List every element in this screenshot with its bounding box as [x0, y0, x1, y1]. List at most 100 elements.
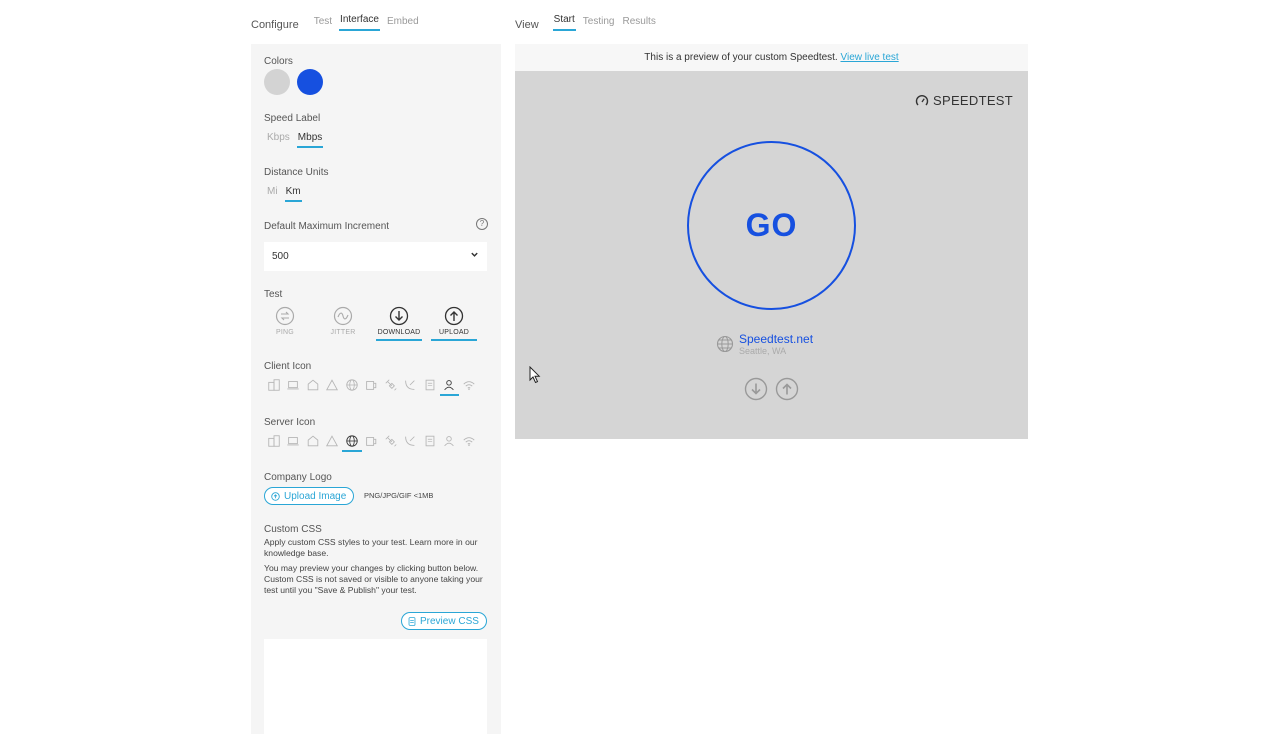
server-icon-option-device[interactable]: [362, 434, 382, 452]
satellite-icon: [385, 379, 397, 391]
test-item-ping[interactable]: PING: [262, 306, 308, 339]
house-icon: [307, 435, 318, 447]
server-icon-option-laptop[interactable]: [284, 434, 304, 452]
buildings-icon: [268, 435, 280, 447]
tent-icon: [326, 435, 339, 447]
satellite-icon: [385, 435, 397, 447]
server-name[interactable]: Speedtest.net: [739, 333, 813, 346]
preview-notice-bar: This is a preview of your custom Speedte…: [515, 44, 1028, 71]
client-icon-option-wifi[interactable]: [459, 378, 479, 396]
custom-css-intro: Apply custom CSS styles to your test. Le…: [264, 537, 478, 558]
server-icon-option-wifi[interactable]: [459, 434, 479, 452]
speedtest-brand: SPEEDTEST: [915, 93, 1013, 108]
upload-circle-icon: [271, 491, 280, 501]
upload-direction-icon: [775, 377, 799, 401]
globe-icon: [716, 335, 734, 353]
tab-results[interactable]: Results: [621, 16, 656, 31]
client-icon-option-tent[interactable]: [323, 378, 343, 396]
tab-testing[interactable]: Testing: [582, 16, 616, 31]
client-icon-option-buildings[interactable]: [264, 378, 284, 396]
test-heading: Test: [264, 289, 283, 300]
test-item-jitter[interactable]: JITTER: [320, 306, 366, 339]
upload-arrow-icon: [444, 306, 464, 326]
preview-css-button[interactable]: Preview CSS: [401, 612, 487, 630]
client-icon-heading: Client Icon: [264, 361, 312, 372]
distance-option-mi[interactable]: Mi: [266, 186, 279, 202]
configure-heading: Configure: [251, 19, 299, 31]
laptop-icon: [287, 437, 299, 446]
mouse-cursor-icon: [529, 366, 541, 384]
dish-icon: [405, 380, 415, 390]
max-increment-value: 500: [272, 251, 289, 262]
house-icon: [307, 379, 318, 391]
server-icon-option-buildings[interactable]: [264, 434, 284, 452]
server-icon-option-satellite[interactable]: [381, 434, 401, 452]
test-label-upload: UPLOAD: [431, 329, 477, 341]
preview-notice-text: This is a preview of your custom Speedte…: [644, 52, 838, 63]
company-logo-heading: Company Logo: [264, 472, 332, 483]
colors-label: Colors: [264, 56, 293, 67]
client-icon-option-laptop[interactable]: [284, 378, 304, 396]
speed-label-toggle: Kbps Mbps: [266, 132, 329, 148]
tab-interface[interactable]: Interface: [339, 14, 380, 31]
custom-css-heading: Custom CSS: [264, 524, 322, 535]
server-icon-option-house[interactable]: [303, 434, 323, 452]
tab-embed[interactable]: Embed: [386, 16, 420, 31]
server-icon-option-globe[interactable]: [342, 434, 362, 452]
server-icon-option-dish[interactable]: [401, 434, 421, 452]
test-item-download[interactable]: DOWNLOAD: [376, 306, 422, 341]
client-icon-option-device[interactable]: [362, 378, 382, 396]
wifi-icon: [463, 437, 475, 447]
wifi-icon: [463, 381, 475, 391]
server-info: Speedtest.net Seattle, WA: [716, 333, 813, 357]
device-icon: [366, 381, 377, 390]
speedtest-preview: SPEEDTEST GO Speedtest.net Seattle, WA: [515, 71, 1028, 439]
server-location: Seattle, WA: [739, 346, 787, 356]
go-button[interactable]: GO: [687, 141, 856, 310]
person-icon: [444, 436, 454, 447]
tent-icon: [326, 379, 339, 391]
color-swatch-secondary[interactable]: [264, 69, 290, 95]
view-live-test-link[interactable]: View live test: [841, 52, 899, 63]
server-icon-row: [264, 434, 479, 452]
test-label-jitter: JITTER: [330, 329, 356, 336]
test-label-download: DOWNLOAD: [376, 329, 422, 341]
person-icon: [444, 380, 454, 391]
custom-css-editor[interactable]: [264, 639, 487, 739]
distance-units-toggle: Mi Km: [266, 186, 308, 202]
go-label: GO: [745, 207, 798, 243]
client-icon-option-house[interactable]: [303, 378, 323, 396]
speed-label-heading: Speed Label: [264, 113, 321, 124]
laptop-icon: [287, 381, 299, 390]
speed-option-mbps[interactable]: Mbps: [296, 132, 324, 148]
server-icon-option-tent[interactable]: [323, 434, 343, 452]
client-icon-option-dish[interactable]: [401, 378, 421, 396]
tab-start[interactable]: Start: [552, 14, 576, 31]
upload-hint: PNG/JPG/GIF <1MB: [364, 491, 434, 500]
globe-icon: [346, 435, 358, 447]
globe-icon: [346, 379, 358, 391]
config-panel: Colors Speed Label Kbps Mbps Distance Un…: [251, 44, 501, 739]
color-swatch-primary[interactable]: [297, 69, 323, 95]
download-direction-icon: [744, 377, 768, 401]
chevron-down-icon: [470, 250, 479, 261]
test-item-upload[interactable]: UPLOAD: [431, 306, 477, 341]
speed-option-kbps[interactable]: Kbps: [266, 132, 291, 148]
client-icon-option-document[interactable]: [420, 378, 440, 396]
distance-option-km[interactable]: Km: [284, 186, 302, 202]
tab-test[interactable]: Test: [313, 16, 333, 31]
upload-image-label: Upload Image: [284, 490, 347, 502]
client-icon-option-globe[interactable]: [342, 378, 362, 396]
server-icon-option-document[interactable]: [420, 434, 440, 452]
question-circle-icon[interactable]: ?: [476, 218, 488, 230]
client-icon-option-satellite[interactable]: [381, 378, 401, 396]
view-heading: View: [515, 19, 539, 31]
client-icon-option-person[interactable]: [439, 378, 459, 396]
server-icon-option-person[interactable]: [440, 434, 460, 452]
max-increment-select[interactable]: 500: [264, 242, 487, 271]
document-icon: [425, 379, 435, 391]
ping-icon: [275, 306, 295, 326]
preview-css-label: Preview CSS: [420, 615, 479, 627]
upload-image-button[interactable]: Upload Image: [264, 487, 355, 505]
document-icon: [408, 616, 416, 626]
